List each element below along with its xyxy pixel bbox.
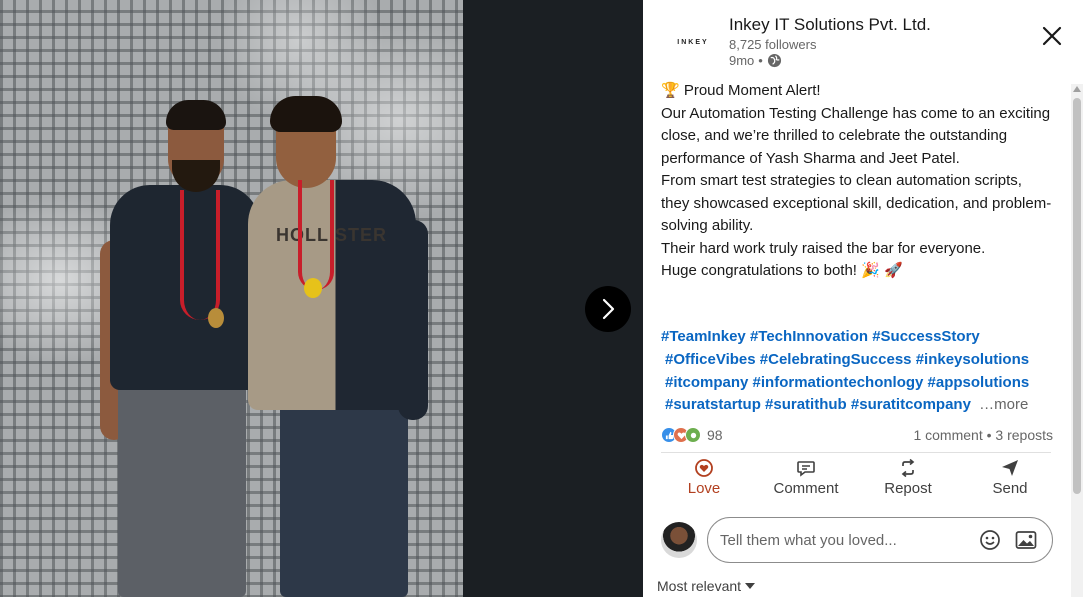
action-bar: Love Comment Repost Send xyxy=(661,458,1053,504)
social-counts: 98 1 comment • 3 reposts xyxy=(661,424,1053,446)
lanyard-left xyxy=(180,190,220,320)
add-photo-button[interactable] xyxy=(1012,526,1040,554)
post-body: 🏆 Proud Moment Alert! Our Automation Tes… xyxy=(661,80,1053,283)
hashtag-link[interactable]: #informationtechonlogy xyxy=(753,374,924,391)
hashtag-link[interactable]: #suratitcompany xyxy=(851,396,971,413)
medal-left xyxy=(208,308,224,328)
sort-label: Most relevant xyxy=(657,578,742,594)
media-pane: HOLLISTER xyxy=(0,0,643,597)
scrollbar[interactable] xyxy=(1071,84,1083,597)
love-button[interactable]: Love xyxy=(661,458,747,504)
see-more-button[interactable]: …more xyxy=(979,396,1028,413)
close-icon xyxy=(1042,26,1062,46)
comment-button[interactable]: Comment xyxy=(763,458,849,504)
emoji-icon xyxy=(980,530,1000,550)
body-line: From smart test strategies to clean auto… xyxy=(661,172,1052,234)
hashtag-list: #TeamInkey #TechInnovation #SuccessStory… xyxy=(661,326,1061,417)
count-separator: • xyxy=(986,427,992,443)
avatar[interactable] xyxy=(661,522,697,558)
globe-icon xyxy=(767,53,781,68)
support-icon xyxy=(685,427,701,443)
comment-input[interactable] xyxy=(720,531,968,549)
comment-label: Comment xyxy=(773,480,839,497)
post-timestamp: 9mo • xyxy=(729,53,782,68)
repost-icon xyxy=(901,458,915,478)
send-button[interactable]: Send xyxy=(967,458,1053,504)
person-right-legs xyxy=(280,400,408,597)
post-viewer: HOLLISTER INKEY Inkey IT Solutions Pvt. … xyxy=(0,0,1085,597)
close-button[interactable] xyxy=(1037,21,1067,51)
comment-icon xyxy=(797,461,815,477)
company-name[interactable]: Inkey IT Solutions Pvt. Ltd. xyxy=(729,15,931,35)
post-header: INKEY Inkey IT Solutions Pvt. Ltd. 8,725… xyxy=(643,0,1085,76)
comment-composer xyxy=(661,516,1053,564)
hashtag-link[interactable]: #SuccessStory xyxy=(872,328,980,345)
next-image-button[interactable] xyxy=(585,286,631,332)
hashtag-link[interactable]: #TeamInkey xyxy=(661,328,746,345)
comment-count[interactable]: 1 comment xyxy=(913,427,982,443)
company-logo[interactable]: INKEY xyxy=(669,28,717,56)
post-details-panel: INKEY Inkey IT Solutions Pvt. Ltd. 8,725… xyxy=(643,0,1085,597)
hashtag-link[interactable]: #suratithub xyxy=(765,396,847,413)
divider xyxy=(661,452,1051,453)
body-line: Their hard work truly raised the bar for… xyxy=(661,239,986,257)
post-photo[interactable]: HOLLISTER xyxy=(0,0,463,597)
body-line: Our Automation Testing Challenge has com… xyxy=(661,104,1051,167)
body-line: Huge congratulations to both! 🎉 🚀 xyxy=(661,262,903,279)
reaction-count: 98 xyxy=(707,427,723,443)
body-line: 🏆 Proud Moment Alert! xyxy=(661,82,821,99)
meta-separator: • xyxy=(758,53,763,68)
send-icon xyxy=(1002,460,1018,476)
lanyard-right xyxy=(298,180,334,290)
hashtag-link[interactable]: #appsolutions xyxy=(928,374,1030,391)
reaction-summary[interactable]: 98 xyxy=(661,427,723,443)
hashtag-link[interactable]: #inkeysolutions xyxy=(916,351,1029,368)
chevron-right-icon xyxy=(602,298,615,320)
hashtag-link[interactable]: #CelebratingSuccess xyxy=(760,351,912,368)
love-label: Love xyxy=(687,480,721,497)
caret-down-icon xyxy=(745,583,756,589)
image-icon xyxy=(1015,531,1037,549)
follower-count: 8,725 followers xyxy=(729,37,817,52)
love-icon xyxy=(695,459,713,477)
emoji-button[interactable] xyxy=(976,526,1004,554)
logo-text: INKEY xyxy=(677,38,709,46)
hashtag-link[interactable]: #suratstartup xyxy=(665,396,761,413)
medal-right xyxy=(304,278,322,298)
hashtag-link[interactable]: #OfficeVibes xyxy=(665,351,756,368)
person-left-legs xyxy=(118,385,246,597)
hashtag-link[interactable]: #itcompany xyxy=(665,374,748,391)
scrollbar-thumb[interactable] xyxy=(1073,98,1081,494)
repost-button[interactable]: Repost xyxy=(865,458,951,504)
scroll-up-arrow-icon[interactable] xyxy=(1073,84,1081,94)
sort-dropdown[interactable]: Most relevant xyxy=(657,578,756,594)
hashtag-link[interactable]: #TechInnovation xyxy=(750,328,868,345)
send-label: Send xyxy=(992,480,1028,497)
comment-box[interactable] xyxy=(707,517,1053,563)
repost-count[interactable]: 3 reposts xyxy=(995,427,1053,443)
time-ago: 9mo xyxy=(729,53,755,68)
repost-label: Repost xyxy=(884,480,932,497)
